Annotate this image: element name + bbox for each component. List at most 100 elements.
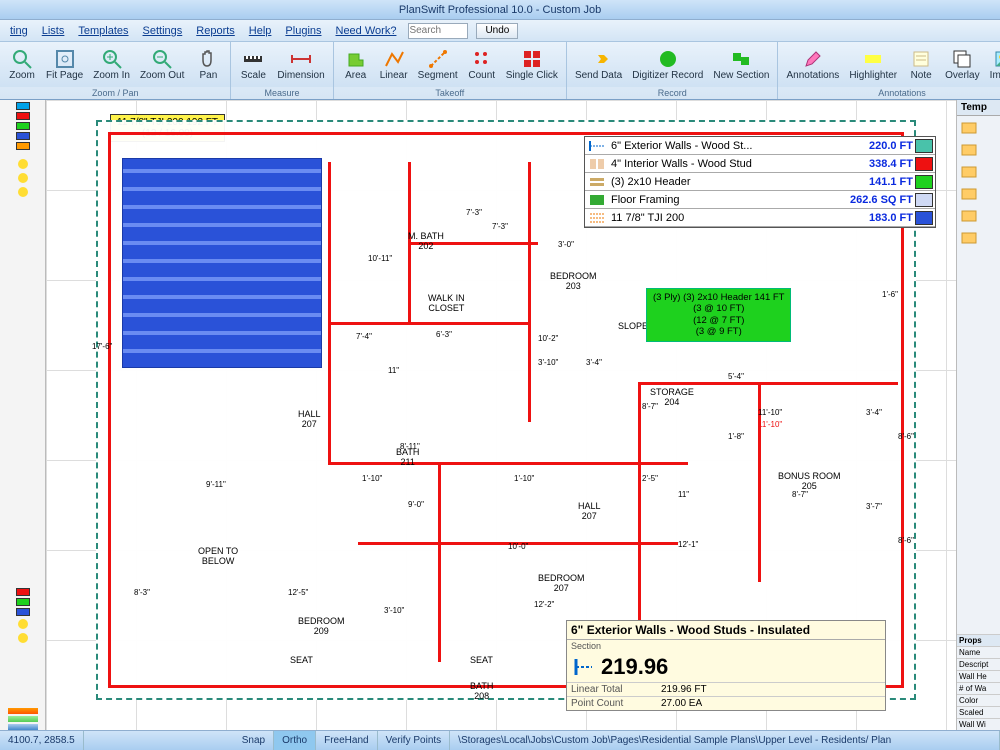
drawing-canvas[interactable]: 11 7/8" TJI 200 192 FT (12 / 16.00) M. B… xyxy=(46,100,956,730)
prop-row[interactable]: Descript xyxy=(957,658,1000,670)
menu-settings[interactable]: Settings xyxy=(137,23,189,39)
template-item[interactable] xyxy=(957,160,1000,182)
prop-row[interactable]: Name xyxy=(957,646,1000,658)
grip-handle[interactable] xyxy=(8,716,38,722)
zoom-out-button[interactable]: Zoom Out xyxy=(136,44,188,85)
freehand-toggle[interactable]: FreeHand xyxy=(316,731,377,750)
dimension-button[interactable]: Dimension xyxy=(273,44,328,85)
fit-page-button[interactable]: Fit Page xyxy=(42,44,87,85)
grip-handle[interactable] xyxy=(8,708,38,714)
props-header[interactable]: Props xyxy=(957,634,1000,646)
pan-button[interactable]: Pan xyxy=(190,44,226,85)
bulb-icon[interactable] xyxy=(17,618,29,630)
legend-row[interactable]: Floor Framing262.6 SQ FT xyxy=(585,191,935,209)
prop-row[interactable]: Color xyxy=(957,694,1000,706)
dim: 10'-2" xyxy=(538,334,558,343)
legend-row[interactable]: 6" Exterior Walls - Wood St...220.0 FT xyxy=(585,137,935,155)
dim: 8'-3" xyxy=(134,588,150,597)
single-click-button[interactable]: Single Click xyxy=(502,44,562,85)
arrow-right-icon xyxy=(588,48,610,70)
dim: 7'-4" xyxy=(356,332,372,341)
dim: 11" xyxy=(678,490,689,499)
area-button[interactable]: Area xyxy=(338,44,374,85)
snap-toggle[interactable]: Snap xyxy=(234,731,274,750)
template-item[interactable] xyxy=(957,204,1000,226)
dim: 8'-6" xyxy=(898,432,914,441)
new-section-button[interactable]: New Section xyxy=(709,44,773,85)
swatch[interactable] xyxy=(16,588,30,596)
room-hall207a: HALL 207 xyxy=(298,410,321,430)
floor-framing[interactable] xyxy=(122,158,322,368)
bulb-icon[interactable] xyxy=(17,632,29,644)
area-icon xyxy=(345,48,367,70)
bulb-icon[interactable] xyxy=(17,158,29,170)
annotations-button[interactable]: Annotations xyxy=(782,44,843,85)
swatch[interactable] xyxy=(16,112,30,120)
legend-row[interactable]: 11 7/8" TJI 200183.0 FT xyxy=(585,209,935,227)
swatch[interactable] xyxy=(16,122,30,130)
send-data-button[interactable]: Send Data xyxy=(571,44,626,85)
note-button[interactable]: Note xyxy=(903,44,939,85)
zoom-in-button[interactable]: Zoom In xyxy=(89,44,134,85)
dim: 8'-11" xyxy=(400,442,420,451)
menu-templates[interactable]: Templates xyxy=(72,23,134,39)
prop-row[interactable]: # of Wa xyxy=(957,682,1000,694)
linear-button[interactable]: Linear xyxy=(376,44,412,85)
undo-button[interactable]: Undo xyxy=(476,23,518,39)
legend-row[interactable]: (3) 2x10 Header141.1 FT xyxy=(585,173,935,191)
ortho-toggle[interactable]: Ortho xyxy=(274,731,316,750)
prop-row[interactable]: Wall He xyxy=(957,670,1000,682)
bulb-icon[interactable] xyxy=(17,186,29,198)
left-panel xyxy=(0,100,46,730)
dim: 1'-10" xyxy=(362,474,382,483)
dim: 3'-4" xyxy=(586,358,602,367)
prop-row[interactable]: Scaled xyxy=(957,706,1000,718)
room-bonus: BONUS ROOM 205 xyxy=(778,472,841,492)
count-icon xyxy=(471,48,493,70)
swatch[interactable] xyxy=(16,608,30,616)
overlay-button[interactable]: Overlay xyxy=(941,44,983,85)
section-icon xyxy=(730,48,752,70)
magnifier-plus-icon xyxy=(101,48,123,70)
swatch[interactable] xyxy=(16,598,30,606)
swatch[interactable] xyxy=(16,102,30,110)
image-button[interactable]: Image xyxy=(986,44,1000,85)
legend[interactable]: 6" Exterior Walls - Wood St...220.0 FT 4… xyxy=(584,136,936,228)
menu-lists[interactable]: Lists xyxy=(36,23,71,39)
fit-icon xyxy=(54,48,76,70)
menu-reports[interactable]: Reports xyxy=(190,23,241,39)
menu-ting[interactable]: ting xyxy=(4,23,34,39)
room-bedroom209: BEDROOM 209 xyxy=(298,617,345,637)
search-input[interactable] xyxy=(408,23,468,39)
record-icon xyxy=(657,48,679,70)
menu-needwork[interactable]: Need Work? xyxy=(330,23,403,39)
segment-button[interactable]: Segment xyxy=(414,44,462,85)
digitizer-button[interactable]: Digitizer Record xyxy=(628,44,707,85)
verify-toggle[interactable]: Verify Points xyxy=(378,731,451,750)
dim: 11" xyxy=(388,366,399,375)
coords: 4100.7, 2858.5 xyxy=(0,731,84,750)
header-tag[interactable]: (3 Ply) (3) 2x10 Header 141 FT (3 @ 10 F… xyxy=(646,288,791,342)
swatch[interactable] xyxy=(16,142,30,150)
room-bath208: BATH 208 xyxy=(470,682,493,702)
menu-plugins[interactable]: Plugins xyxy=(279,23,327,39)
menu-help[interactable]: Help xyxy=(243,23,278,39)
templates-tab[interactable]: Temp xyxy=(957,100,1000,116)
swatch[interactable] xyxy=(16,132,30,140)
bulb-icon[interactable] xyxy=(17,172,29,184)
template-item[interactable] xyxy=(957,182,1000,204)
folder-icon xyxy=(961,119,977,135)
zoom-button[interactable]: Zoom xyxy=(4,44,40,85)
count-button[interactable]: Count xyxy=(464,44,500,85)
template-item[interactable] xyxy=(957,138,1000,160)
template-item[interactable] xyxy=(957,116,1000,138)
scale-button[interactable]: Scale xyxy=(235,44,271,85)
linear-icon xyxy=(383,48,405,70)
highlighter-button[interactable]: Highlighter xyxy=(845,44,901,85)
legend-row[interactable]: 4" Interior Walls - Wood Stud338.4 FT xyxy=(585,155,935,173)
dim: 3'-4" xyxy=(866,408,882,417)
template-item[interactable] xyxy=(957,226,1000,248)
section-info[interactable]: 6" Exterior Walls - Wood Studs - Insulat… xyxy=(566,620,886,711)
prop-row[interactable]: Wall Wi xyxy=(957,718,1000,730)
dim: 11'-10" xyxy=(758,408,782,417)
